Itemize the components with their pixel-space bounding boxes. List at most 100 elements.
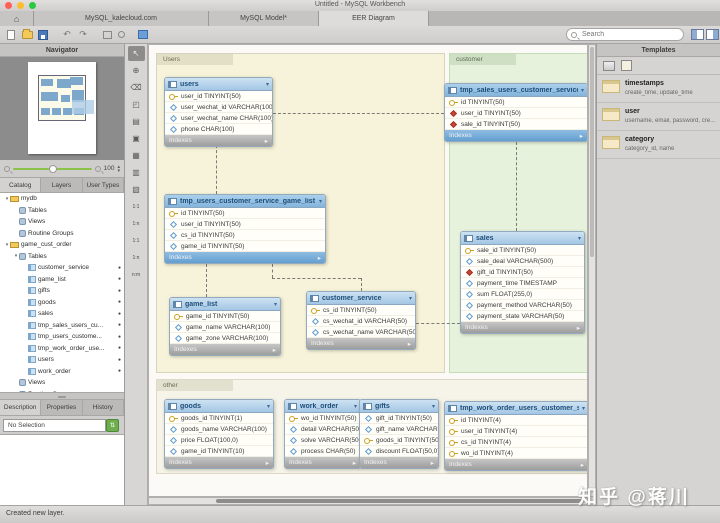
- tree-item-gifts[interactable]: gifts●: [0, 285, 124, 297]
- nav-tab-user-types[interactable]: User Types: [83, 178, 124, 192]
- collapse-arrow-icon[interactable]: ▾: [274, 301, 277, 308]
- search-input[interactable]: [580, 30, 670, 39]
- h-scroll-thumb[interactable]: [216, 499, 584, 503]
- zoom-slider-knob[interactable]: [49, 165, 57, 173]
- collapse-arrow-icon[interactable]: ▾: [266, 81, 269, 88]
- table-header-gamelist[interactable]: game_list▾: [170, 298, 280, 311]
- table-footer[interactable]: Indexes▸: [170, 344, 280, 355]
- table-gifts[interactable]: gifts▾gift_id TINYINT(50)gift_name VARCH…: [359, 399, 439, 469]
- tree-item-game-list[interactable]: game_list●: [0, 274, 124, 286]
- table-footer[interactable]: Indexes▸: [165, 135, 272, 146]
- eer-diagram-canvas[interactable]: othercustomerUsers users▾user_id TINYINT…: [148, 44, 588, 497]
- cursor-tool[interactable]: ↖: [128, 46, 145, 61]
- new-diagram-button[interactable]: [136, 28, 150, 41]
- table-header-customerservice[interactable]: customer_service▾: [307, 292, 415, 305]
- selection-dropdown-button[interactable]: ⇅: [106, 419, 119, 432]
- tree-item-tables[interactable]: ▾Tables: [0, 251, 124, 263]
- table-footer[interactable]: Indexes▸: [445, 130, 587, 141]
- tree-item-users[interactable]: users●: [0, 354, 124, 366]
- tree-item-sales[interactable]: sales●: [0, 308, 124, 320]
- tree-item-tmp-sales-users-cu-[interactable]: tmp_sales_users_cu...●: [0, 320, 124, 332]
- navigator-minimap[interactable]: [0, 57, 124, 160]
- tree-item-customer-service[interactable]: customer_service●: [0, 262, 124, 274]
- tab-history[interactable]: History: [83, 400, 124, 415]
- rel-n-m-identifying-tool[interactable]: n:m: [128, 267, 145, 282]
- table-header-users[interactable]: users▾: [165, 78, 272, 91]
- zoom-value[interactable]: 100: [104, 165, 115, 172]
- search-box[interactable]: [566, 28, 684, 41]
- toggle-left-panel-button[interactable]: [691, 29, 704, 40]
- zoom-slider[interactable]: [13, 168, 92, 170]
- collapse-arrow-icon[interactable]: ▾: [432, 403, 435, 410]
- zoom-in-icon[interactable]: [95, 166, 101, 172]
- home-tab[interactable]: ⌂: [0, 11, 34, 26]
- tree-item-views[interactable]: Views: [0, 216, 124, 228]
- open-model-button[interactable]: [20, 28, 34, 41]
- table-users[interactable]: users▾user_id TINYINT(50)user_wechat_id …: [164, 77, 273, 147]
- collapse-arrow-icon[interactable]: ▾: [354, 403, 357, 410]
- table-tmpsales[interactable]: tmp_sales_users_customer_service▾id TINY…: [444, 83, 588, 142]
- table-header-gifts[interactable]: gifts▾: [360, 400, 438, 413]
- tree-item-game-cust-order[interactable]: ▾game_cust_order: [0, 239, 124, 251]
- tree-item-tables[interactable]: Tables: [0, 205, 124, 217]
- table-footer[interactable]: Indexes▸: [307, 338, 415, 349]
- collapse-arrow-icon[interactable]: ▾: [409, 295, 412, 302]
- nav-tab-catalog[interactable]: Catalog: [0, 178, 41, 192]
- collapse-arrow-icon[interactable]: ▾: [582, 405, 585, 412]
- table-footer[interactable]: Indexes▸: [285, 457, 360, 468]
- v-scroll-thumb[interactable]: [590, 47, 594, 257]
- sidebar-splitter[interactable]: [0, 392, 124, 400]
- table-header-sales[interactable]: sales▾: [461, 232, 584, 245]
- new-document-button[interactable]: [4, 28, 18, 41]
- canvas-vertical-scrollbar[interactable]: [588, 44, 596, 497]
- nav-tab-layers[interactable]: Layers: [41, 178, 82, 192]
- template-item-user[interactable]: userusername, email, password, cre...: [597, 103, 720, 131]
- table-header-tmpusers[interactable]: tmp_users_customer_service_game_list▾: [165, 195, 325, 208]
- tree-item-tmp-work-order-use-[interactable]: tmp_work_order_use...●: [0, 343, 124, 355]
- layer-tool[interactable]: ◰: [128, 97, 145, 112]
- template-card-view-icon[interactable]: [621, 60, 632, 71]
- tab-mysql-kalecloud-com[interactable]: MySQL_kalecloud.com: [34, 11, 209, 26]
- table-tmpusers[interactable]: tmp_users_customer_service_game_list▾id …: [164, 194, 326, 264]
- table-header-tmpsales[interactable]: tmp_sales_users_customer_service▾: [445, 84, 587, 97]
- undo-button[interactable]: ↶: [60, 28, 74, 41]
- collapse-arrow-icon[interactable]: ▾: [319, 198, 322, 205]
- table-header-goods[interactable]: goods▾: [165, 400, 273, 413]
- zoom-to-fit-button[interactable]: [100, 28, 114, 41]
- table-footer[interactable]: Indexes▸: [165, 457, 273, 468]
- tree-item-tmp-users-custome-[interactable]: tmp_users_custome...●: [0, 331, 124, 343]
- template-item-timestamps[interactable]: timestampscreate_time, update_time: [597, 75, 720, 103]
- view-tool[interactable]: ▥: [128, 165, 145, 180]
- collapse-arrow-icon[interactable]: ▾: [578, 235, 581, 242]
- rel-1-n-non-identifying-tool[interactable]: 1:n: [128, 216, 145, 231]
- table-goods[interactable]: goods▾goods_id TINYINT(1)goods_name VARC…: [164, 399, 274, 469]
- table-footer[interactable]: Indexes▸: [360, 457, 438, 468]
- rel-1-1-non-identifying-tool[interactable]: 1:1: [128, 199, 145, 214]
- table-workorder[interactable]: work_order▾wo_id TINYINT(50)detail VARCH…: [284, 399, 361, 469]
- tab-eer-diagram[interactable]: EER Diagram: [319, 11, 429, 26]
- eraser-tool[interactable]: ⌫: [128, 80, 145, 95]
- collapse-arrow-icon[interactable]: ▾: [267, 403, 270, 410]
- routine-group-tool[interactable]: ▧: [128, 182, 145, 197]
- toggle-right-panel-button[interactable]: [706, 29, 719, 40]
- table-footer[interactable]: Indexes▸: [445, 459, 588, 470]
- tab-properties[interactable]: Properties: [41, 400, 82, 415]
- table-header-workorder[interactable]: work_order▾: [285, 400, 360, 413]
- table-header-tmpworkorder[interactable]: tmp_work_order_users_customer_s▾: [445, 402, 588, 415]
- zoom-out-icon[interactable]: [4, 166, 10, 172]
- tree-item-views[interactable]: Views: [0, 377, 124, 389]
- table-footer[interactable]: Indexes▸: [461, 322, 584, 333]
- redo-button[interactable]: ↷: [76, 28, 90, 41]
- template-list-view-icon[interactable]: [603, 61, 615, 71]
- tree-item-mydb[interactable]: ▾mydb: [0, 193, 124, 205]
- selection-dropdown[interactable]: No Selection: [3, 419, 106, 432]
- tab-mysql-model-[interactable]: MySQL Model*: [209, 11, 319, 26]
- table-sales[interactable]: sales▾sale_id TINYINT(50)sale_deal VARCH…: [460, 231, 585, 334]
- table-footer[interactable]: Indexes▸: [165, 252, 325, 263]
- overview-button[interactable]: [114, 28, 128, 41]
- tree-item-work-order[interactable]: work_order●: [0, 366, 124, 378]
- save-model-button[interactable]: [36, 28, 50, 41]
- table-customerservice[interactable]: customer_service▾cs_id TINYINT(50)cs_wec…: [306, 291, 416, 350]
- table-gamelist[interactable]: game_list▾game_id TINYINT(50)game_name V…: [169, 297, 281, 356]
- note-tool[interactable]: ▤: [128, 114, 145, 129]
